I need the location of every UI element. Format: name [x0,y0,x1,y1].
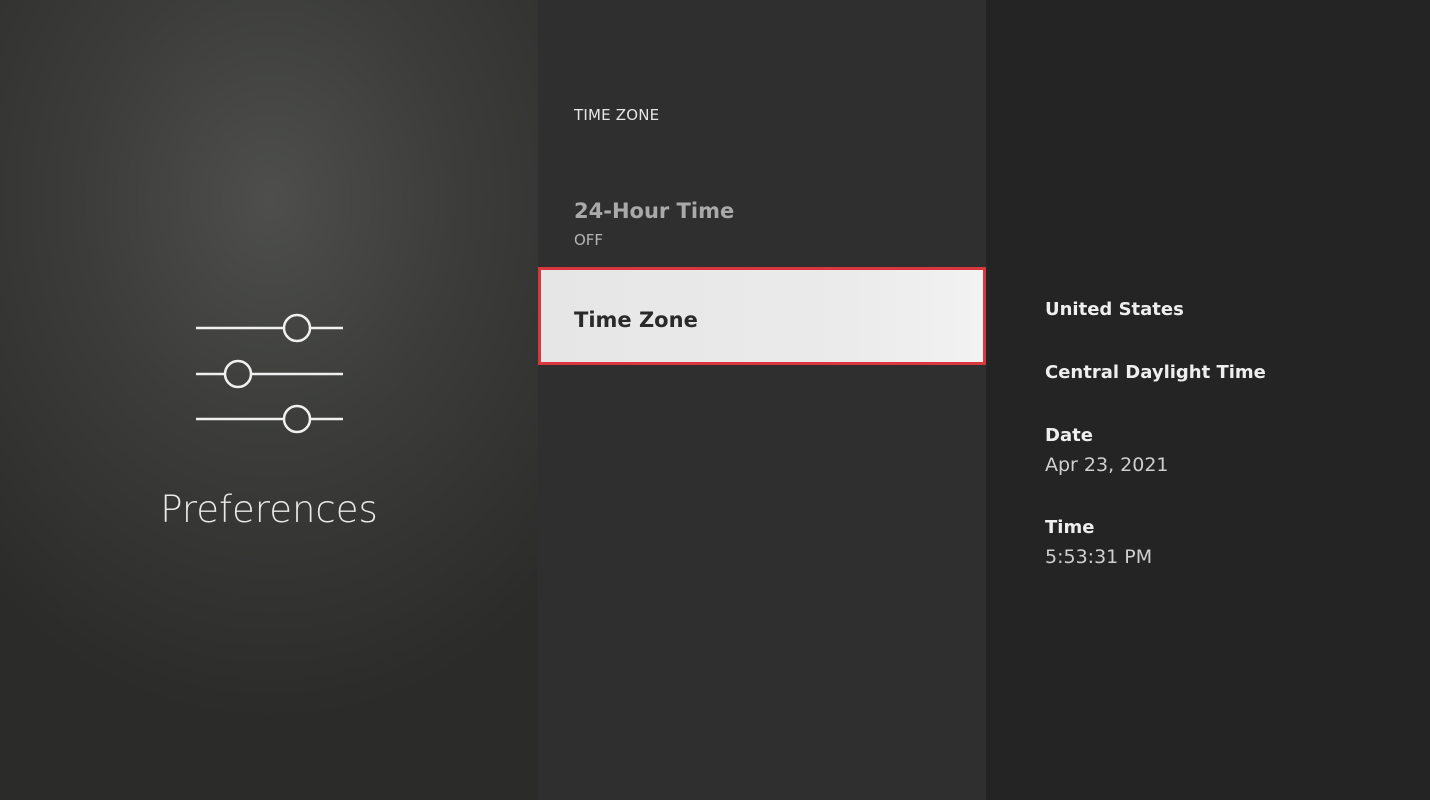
details-panel: United States Central Daylight Time Date… [986,0,1430,800]
category-panel: Preferences [0,0,538,800]
region-text: United States [1045,299,1184,320]
menu-item-label: 24-Hour Time [574,199,735,223]
menu-item-time-zone[interactable]: Time Zone [538,267,986,365]
menu-item-value: OFF [574,231,604,249]
date-label: Date [1045,425,1093,446]
time-label: Time [1045,517,1095,538]
sliders-icon [196,313,343,434]
menu-item-24-hour-time[interactable]: 24-Hour Time OFF [538,196,986,260]
time-value: 5:53:31 PM [1045,546,1153,568]
settings-screen: Preferences TIME ZONE 24-Hour Time OFF T… [0,0,1430,800]
section-heading: TIME ZONE [574,106,660,124]
date-value: Apr 23, 2021 [1045,454,1169,476]
options-panel: TIME ZONE 24-Hour Time OFF Time Zone [538,0,986,800]
category-title: Preferences [160,488,378,531]
zone-text: Central Daylight Time [1045,362,1266,383]
menu-item-label: Time Zone [574,308,698,332]
